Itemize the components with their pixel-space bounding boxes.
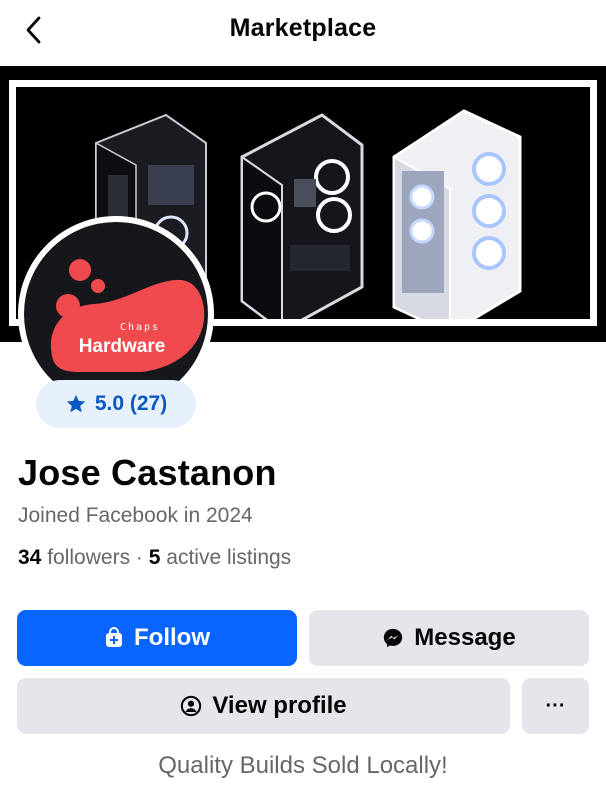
message-label: Message xyxy=(414,624,516,651)
joined-text: Joined Facebook in 2024 xyxy=(18,504,253,527)
profile-name: Jose Castanon xyxy=(18,452,277,493)
follow-label: Follow xyxy=(134,624,210,651)
profile-stats: 34 followers · 5 active listings xyxy=(18,546,291,570)
stats-separator: · xyxy=(135,546,143,569)
more-options-button[interactable]: ··· xyxy=(522,678,589,734)
listings-label[interactable]: active listings xyxy=(166,546,291,569)
rating-text: 5.0 (27) xyxy=(94,392,168,415)
profile-tagline: Quality Builds Sold Locally! xyxy=(158,752,448,779)
pc-case-white xyxy=(392,109,522,335)
star-icon xyxy=(66,394,85,413)
avatar-logo: Chaps Hardware xyxy=(24,222,208,406)
follow-button[interactable]: Follow xyxy=(17,610,297,666)
logo-text: Hardware xyxy=(79,336,166,357)
view-profile-label: View profile xyxy=(212,692,347,719)
messenger-icon xyxy=(384,628,403,648)
profile-circle-icon xyxy=(181,695,202,717)
followers-label[interactable]: followers xyxy=(47,546,130,569)
follow-bag-icon xyxy=(106,627,122,647)
message-button[interactable]: Message xyxy=(309,610,589,666)
listings-count: 5 xyxy=(148,546,161,569)
top-bar: Marketplace xyxy=(0,0,606,64)
logo-small-text: Chaps xyxy=(120,322,160,333)
rating-badge[interactable]: 5.0 (27) xyxy=(36,380,196,428)
page-title: Marketplace xyxy=(229,14,377,42)
more-icon: ··· xyxy=(545,694,566,717)
view-profile-button[interactable]: View profile xyxy=(17,678,510,734)
hardware-logo-icon: Chaps Hardware xyxy=(50,259,205,372)
followers-count: 34 xyxy=(18,546,42,569)
pc-case-dark xyxy=(240,113,364,333)
